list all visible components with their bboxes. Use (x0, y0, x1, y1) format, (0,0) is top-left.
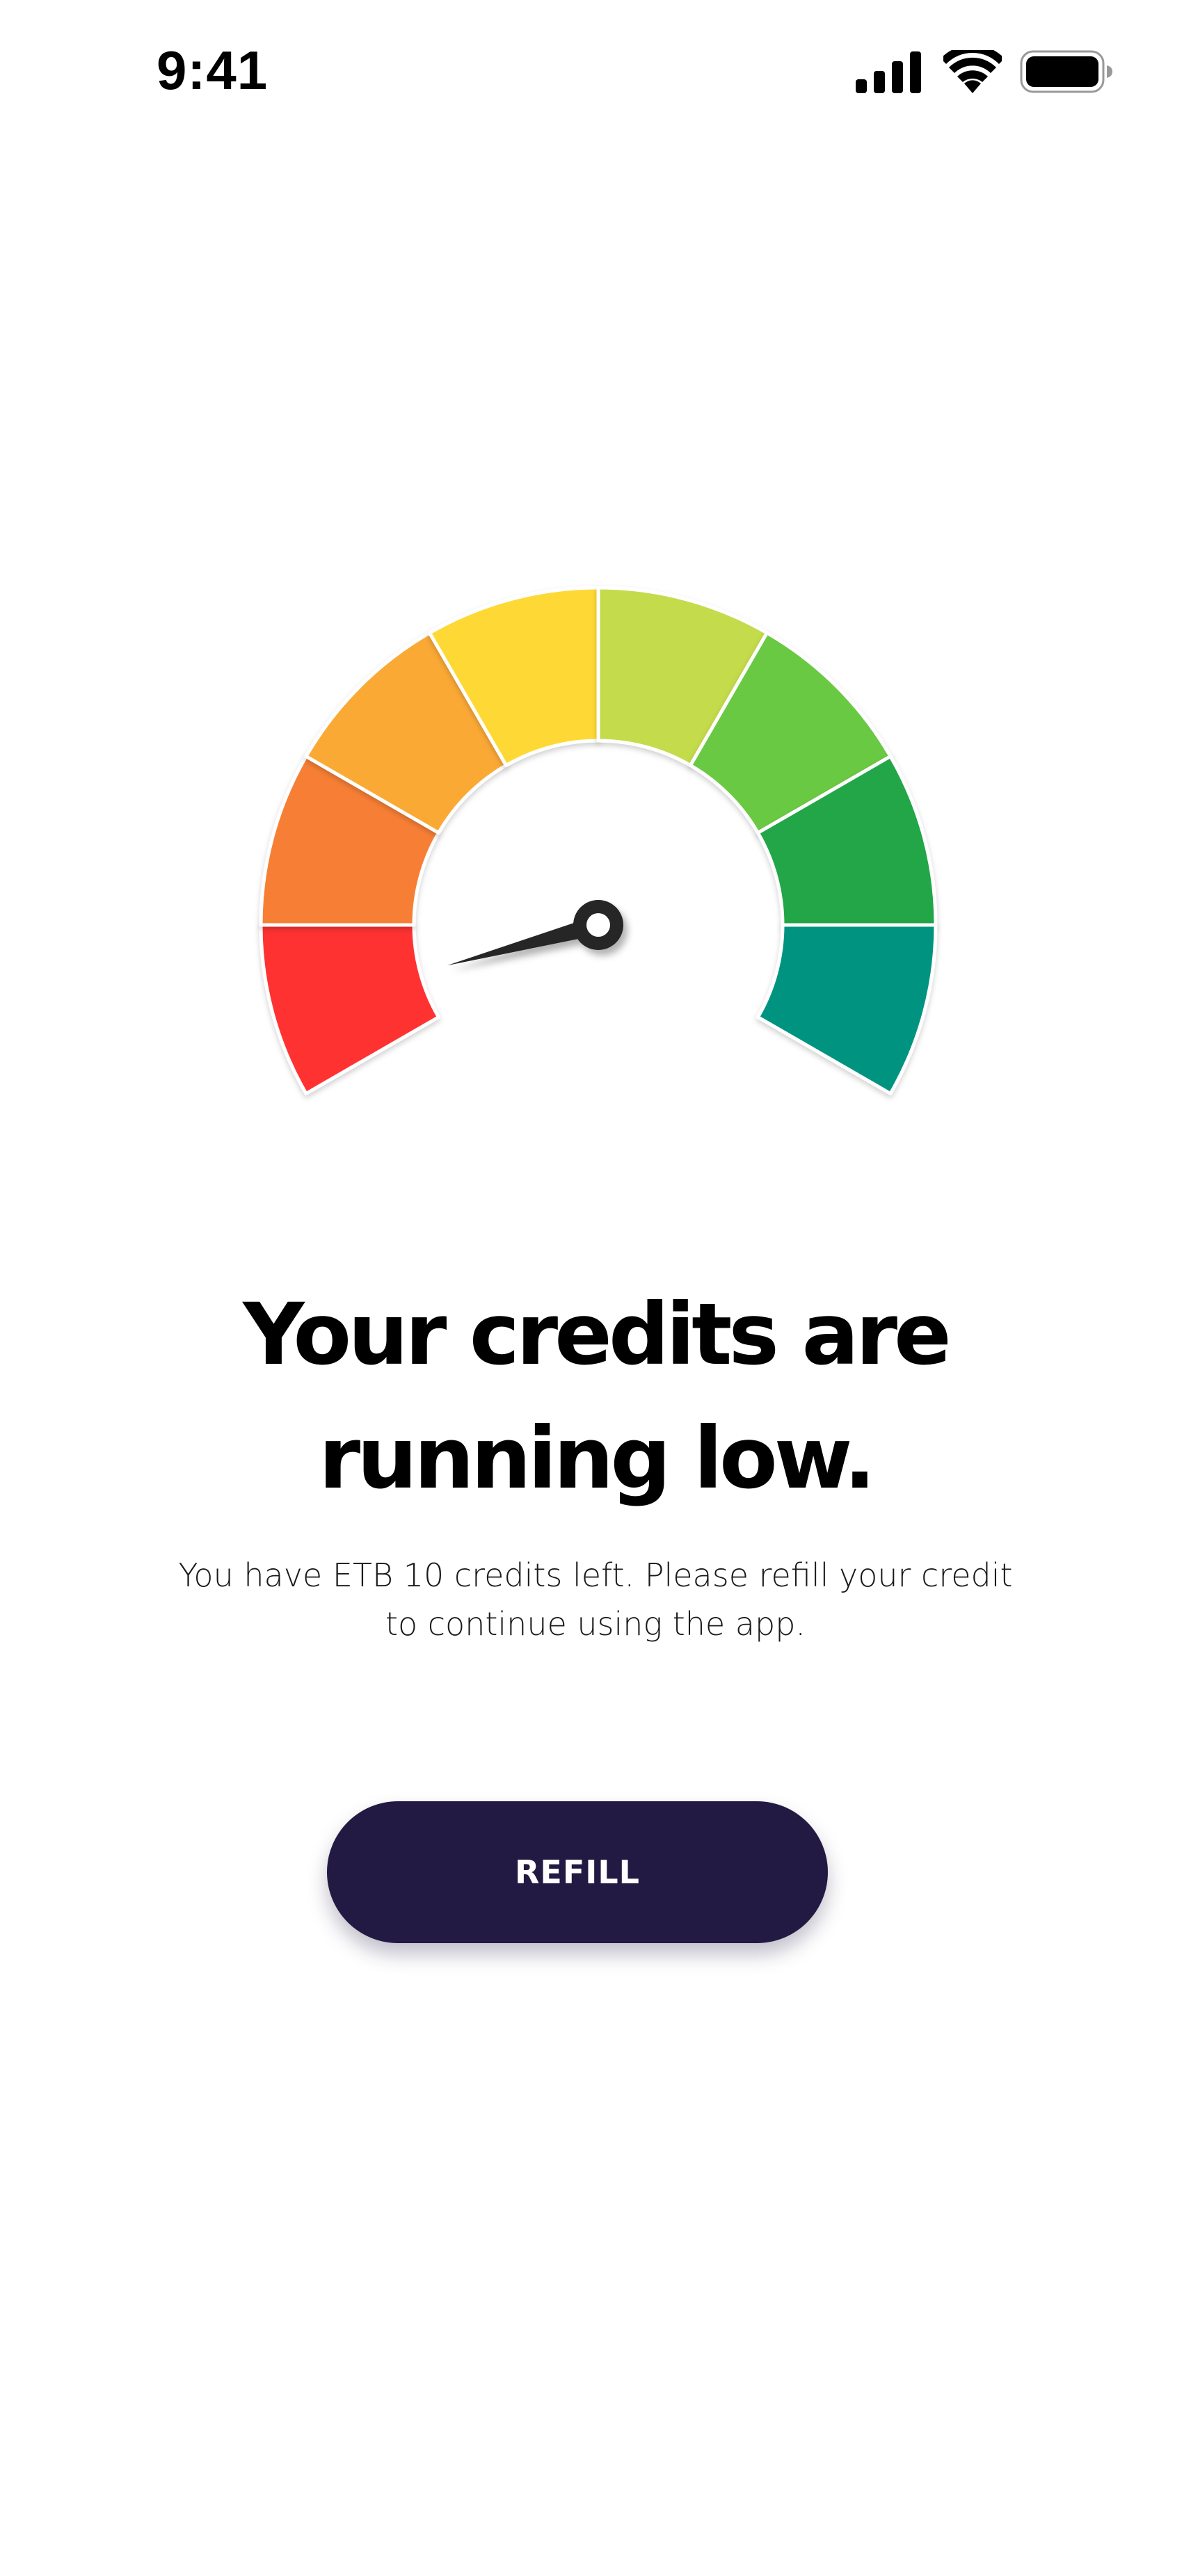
page-title-line-2: running low. (318, 1409, 876, 1508)
credits-message-line-1: You have ETB 10 credits left. Please ref… (178, 1556, 1013, 1594)
gauge-needle-hub-center (586, 913, 610, 937)
status-icons (856, 47, 1113, 96)
gauge-segments (259, 586, 938, 1095)
status-time: 9:41 (157, 40, 269, 101)
gauge-graphic (259, 586, 938, 1095)
credits-message-line-2: to continue using the app. (385, 1605, 806, 1643)
battery-icon (1020, 50, 1112, 93)
refill-button[interactable]: REFILL (327, 1801, 828, 1943)
page-title: Your credits are running low. (0, 1273, 1191, 1520)
status-bar: 9:41 (0, 0, 1191, 146)
page-title-line-1: Your credits are (243, 1285, 951, 1384)
gauge-needle (447, 900, 623, 966)
wifi-icon (943, 50, 1002, 93)
gauge-segment-1 (259, 923, 441, 1095)
cellular-signal-icon (856, 51, 921, 93)
gauge-segment-8 (756, 923, 938, 1095)
credits-message: You have ETB 10 credits left. Please ref… (0, 1551, 1191, 1648)
credit-gauge (250, 570, 946, 1127)
